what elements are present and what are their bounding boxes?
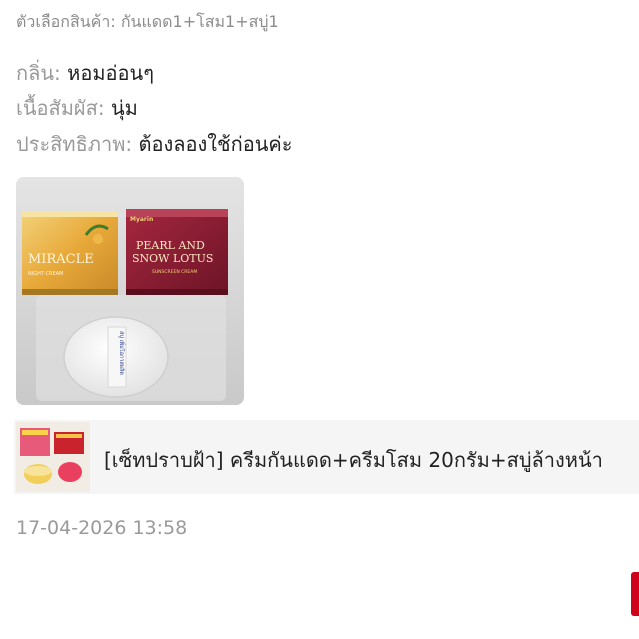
attribute-effectiveness: ประสิทธิภาพ: ต้องลองใช้ก่อนค่ะ <box>16 131 293 157</box>
attribute-value: นุ่ม <box>110 96 138 120</box>
review-timestamp: 17-04-2026 13:58 <box>16 517 188 539</box>
attribute-value: หอมอ่อนๆ <box>67 61 154 85</box>
attribute-label: ประสิทธิภาพ: <box>16 132 133 156</box>
attribute-label: เนื้อสัมผัส: <box>16 96 105 120</box>
product-photo-image: MIRACLE NIGHT CREAM Myarin PEARL AND SNO… <box>16 177 244 405</box>
box1-label: MIRACLE <box>28 252 94 267</box>
svg-text:SUNSCREEN CREAM: SUNSCREEN CREAM <box>152 269 197 275</box>
review-photo[interactable]: MIRACLE NIGHT CREAM Myarin PEARL AND SNO… <box>16 177 244 405</box>
attribute-texture: เนื้อสัมผัส: นุ่ม <box>16 95 138 121</box>
variation-text: ตัวเลือกสินค้า: กันแดด1+โสม1+สบู่1 <box>16 12 279 31</box>
product-link[interactable]: [เซ็ทปราบฝ้า] ครีมกันแดด+ครีมโสม 20กรัม+… <box>14 420 639 494</box>
product-title: [เซ็ทปราบฝ้า] ครีมกันแดด+ครีมโสม 20กรัม+… <box>104 448 603 472</box>
product-thumbnail-image <box>16 422 90 492</box>
floating-action-edge[interactable] <box>631 572 639 616</box>
svg-text:สบู่ เพิ่มโอกาสผลิต: สบู่ เพิ่มโอกาสผลิต <box>118 331 126 375</box>
svg-text:PEARL AND: PEARL AND <box>136 239 205 252</box>
svg-text:SNOW LOTUS: SNOW LOTUS <box>132 252 213 265</box>
svg-text:NIGHT CREAM: NIGHT CREAM <box>28 271 63 277</box>
attribute-scent: กลิ่น: หอมอ่อนๆ <box>16 60 154 86</box>
attribute-value: ต้องลองใช้ก่อนค่ะ <box>138 132 293 156</box>
svg-text:Myarin: Myarin <box>130 216 153 223</box>
product-thumbnail <box>16 422 90 492</box>
attribute-label: กลิ่น: <box>16 61 61 85</box>
